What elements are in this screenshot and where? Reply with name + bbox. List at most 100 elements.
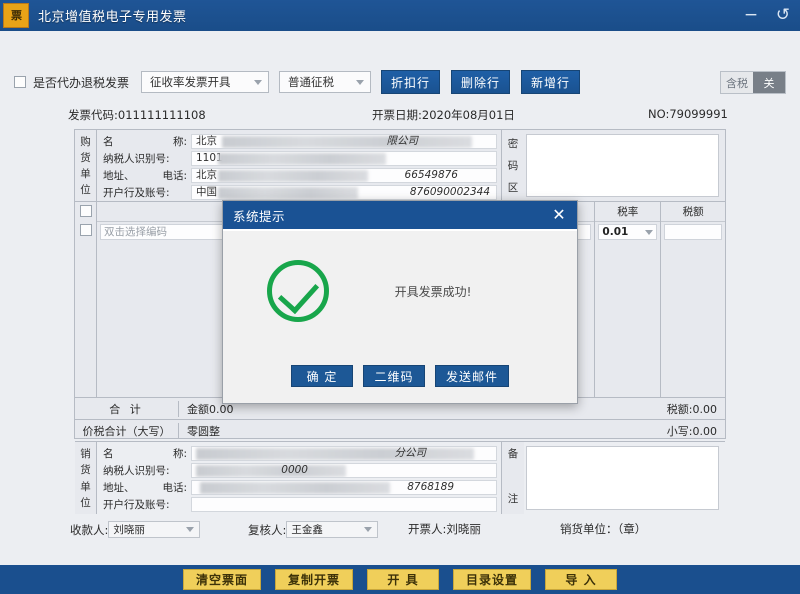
goods-tax-column: 税额 xyxy=(661,202,725,397)
catalog-settings-button[interactable]: 目录设置 xyxy=(453,569,531,590)
dialog-body: 开具发票成功! xyxy=(223,231,577,351)
close-icon[interactable]: ✕ xyxy=(551,207,567,223)
buyer-taxid-label: 纳税人识别号: xyxy=(103,151,191,166)
payee-group: 收款人: 刘晓丽 xyxy=(70,521,200,538)
remark-textarea[interactable] xyxy=(526,446,719,510)
password-area-vertical-label: 密 码 区 xyxy=(502,130,524,201)
dialog-title: 系统提示 xyxy=(233,206,551,225)
dialog-qrcode-button[interactable]: 二维码 xyxy=(363,365,425,387)
seller-bank-row: 开户行及账号: xyxy=(103,496,497,513)
chevron-down-icon xyxy=(645,230,653,235)
buyer-phone: 66549876 xyxy=(405,169,458,182)
delete-row-button[interactable]: 删除行 xyxy=(451,70,510,94)
invoice-application-window: 票 北京增值税电子专用发票 − ↺ 是否代办退税发票 征收率发票开具 普通征税 … xyxy=(0,0,800,594)
seller-name-label: 名 称: xyxy=(103,446,191,461)
buyer-vertical-label: 购 货 单 位 xyxy=(75,130,97,201)
tax-method-value: 普通征税 xyxy=(288,74,346,90)
chevron-down-icon xyxy=(356,80,364,85)
goods-rate-body: 0.01 xyxy=(595,222,660,397)
buyer-name-suffix: 限公司 xyxy=(387,135,419,148)
seller-name-input[interactable]: 分公司 xyxy=(191,446,497,461)
invoice-type-value: 征收率发票开具 xyxy=(150,74,244,90)
select-all-rows-checkbox[interactable] xyxy=(80,205,92,217)
seller-phone: 8768189 xyxy=(407,481,454,494)
select-row-checkbox[interactable] xyxy=(80,224,92,236)
payee-select[interactable]: 刘晓丽 xyxy=(108,521,200,538)
goods-checkbox-column xyxy=(75,202,97,397)
dialog-confirm-button[interactable]: 确 定 xyxy=(291,365,353,387)
seller-bank-label: 开户行及账号: xyxy=(103,497,191,512)
seller-address-row: 地址、 电话: 8768189 xyxy=(103,479,497,496)
goods-rate-value: 0.01 xyxy=(602,225,628,239)
password-label-char-3: 区 xyxy=(508,180,519,195)
seller-taxid-row: 纳税人识别号: 0000 xyxy=(103,462,497,479)
window-controls: − ↺ xyxy=(742,0,792,31)
seller-taxid-input[interactable]: 0000 xyxy=(191,463,497,478)
sum-tax: 税额:0.00 xyxy=(585,401,725,417)
buyer-label-char-1: 购 xyxy=(80,134,91,149)
buyer-address-input[interactable]: 北京 66549876 xyxy=(191,168,497,183)
tax-inclusive-toggle[interactable]: 含税 关 xyxy=(720,71,786,94)
remark-vertical-label: 备 注 xyxy=(502,442,524,514)
buyer-name-label: 名 称: xyxy=(103,134,191,149)
buyer-bank-account: 876090002344 xyxy=(410,186,490,199)
dialog-send-email-button[interactable]: 发送邮件 xyxy=(435,365,509,387)
toolbar: 是否代办退税发票 征收率发票开具 普通征税 折扣行 删除行 新增行 含税 关 xyxy=(0,63,800,101)
restore-back-icon[interactable]: ↺ xyxy=(774,7,792,24)
tax-inclusive-option-off[interactable]: 关 xyxy=(753,72,785,93)
bottom-action-bar: 清空票面 复制开票 开 具 目录设置 导 入 xyxy=(0,565,800,594)
goods-tax-cell[interactable] xyxy=(664,224,722,240)
password-label-char-2: 码 xyxy=(508,158,519,173)
buyer-name-prefix: 北京 xyxy=(196,135,217,148)
seller-section: 销 货 单 位 名 称: 分公司 xyxy=(75,442,725,514)
chevron-down-icon xyxy=(186,527,194,532)
payee-label: 收款人: xyxy=(70,522,108,538)
refund-invoice-checkbox[interactable] xyxy=(14,76,26,88)
buyer-bank-input[interactable]: 中国 876090002344 xyxy=(191,185,497,200)
password-area-section: 密 码 区 xyxy=(501,130,725,201)
tax-method-select[interactable]: 普通征税 xyxy=(279,71,371,93)
grand-total-row: 价税合计（大写） 零圆整 小写:0.00 xyxy=(75,420,725,442)
buyer-name-row: 名 称: 北京 限公司 xyxy=(103,133,497,150)
issue-invoice-button[interactable]: 开 具 xyxy=(367,569,439,590)
minimize-icon[interactable]: − xyxy=(742,7,760,24)
seller-seal-text: 销货单位：（章） xyxy=(560,521,646,537)
seller-address-input[interactable]: 8768189 xyxy=(191,480,497,495)
invoice-type-select[interactable]: 征收率发票开具 xyxy=(141,71,269,93)
sum-label: 合 计 xyxy=(75,401,179,417)
dialog-footer: 确 定 二维码 发送邮件 xyxy=(223,351,577,401)
buyer-name-input[interactable]: 北京 限公司 xyxy=(191,134,497,149)
goods-rate-cell[interactable]: 0.01 xyxy=(598,224,657,240)
reviewer-label: 复核人: xyxy=(248,522,286,538)
buyer-bank-label: 开户行及账号: xyxy=(103,185,191,200)
seller-name-row: 名 称: 分公司 xyxy=(103,445,497,462)
system-prompt-dialog: 系统提示 ✕ 开具发票成功! 确 定 二维码 发送邮件 xyxy=(222,200,578,404)
goods-tax-header: 税额 xyxy=(661,202,725,222)
grand-total-label: 价税合计（大写） xyxy=(75,423,179,439)
buyer-bank-row: 开户行及账号: 中国 876090002344 xyxy=(103,184,497,201)
reviewer-select[interactable]: 王金鑫 xyxy=(286,521,378,538)
seller-taxid-suffix: 0000 xyxy=(281,464,308,477)
window-title: 北京增值税电子专用发票 xyxy=(38,6,187,25)
buyer-address-label: 地址、 电话: xyxy=(103,168,191,183)
signature-line: 收款人: 刘晓丽 复核人: 王金鑫 开票人:刘晓丽 销货单位：（章） xyxy=(0,521,800,545)
add-row-button[interactable]: 新增行 xyxy=(521,70,580,94)
remark-label-char-2: 注 xyxy=(508,491,519,506)
discount-row-button[interactable]: 折扣行 xyxy=(381,70,440,94)
invoice-code: 发票代码:011111111108 xyxy=(68,107,206,123)
tax-inclusive-option-on[interactable]: 含税 xyxy=(721,72,753,93)
buyer-taxid-input[interactable]: 1101 xyxy=(191,151,497,166)
seller-label-char-4: 位 xyxy=(80,495,91,510)
buyer-taxid-row: 纳税人识别号: 1101 xyxy=(103,150,497,167)
password-area-box[interactable] xyxy=(526,134,719,197)
copy-invoice-button[interactable]: 复制开票 xyxy=(275,569,353,590)
dialog-title-bar: 系统提示 ✕ xyxy=(223,201,577,231)
reviewer-group: 复核人: 王金鑫 xyxy=(248,521,378,538)
clear-invoice-button[interactable]: 清空票面 xyxy=(183,569,261,590)
seller-fields: 名 称: 分公司 纳税人识别号: xyxy=(97,442,501,514)
import-button[interactable]: 导 入 xyxy=(545,569,617,590)
buyer-section: 购 货 单 位 名 称: 北京 限公司 xyxy=(75,130,725,202)
seller-bank-input[interactable] xyxy=(191,497,497,512)
reviewer-value: 王金鑫 xyxy=(291,522,360,537)
seller-name-suffix: 分公司 xyxy=(395,447,427,460)
